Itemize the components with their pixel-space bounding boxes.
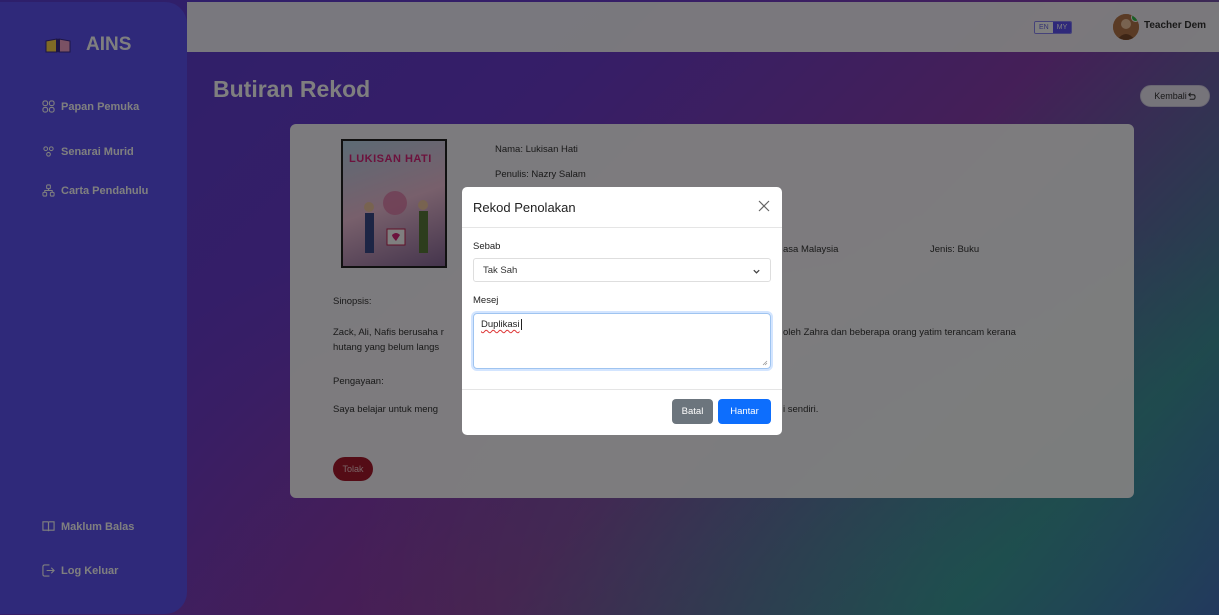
message-label: Mesej [473,295,499,306]
submit-button[interactable]: Hantar [718,399,771,424]
rejection-modal: Rekod Penolakan Sebab Tak Sah Mesej Dupl… [462,187,782,435]
reason-select[interactable]: Tak Sah [473,258,771,282]
reason-label: Sebab [473,241,501,252]
message-value: Duplikasi [481,319,520,330]
modal-footer-divider [462,389,782,390]
modal-title: Rekod Penolakan [473,200,576,215]
chevron-down-icon [753,269,760,274]
reason-value: Tak Sah [483,265,518,276]
message-textarea[interactable]: Duplikasi [473,313,771,369]
resize-grip-icon[interactable] [762,360,768,366]
cancel-button[interactable]: Batal [672,399,713,424]
modal-header: Rekod Penolakan [462,187,782,228]
close-icon[interactable] [756,198,772,214]
